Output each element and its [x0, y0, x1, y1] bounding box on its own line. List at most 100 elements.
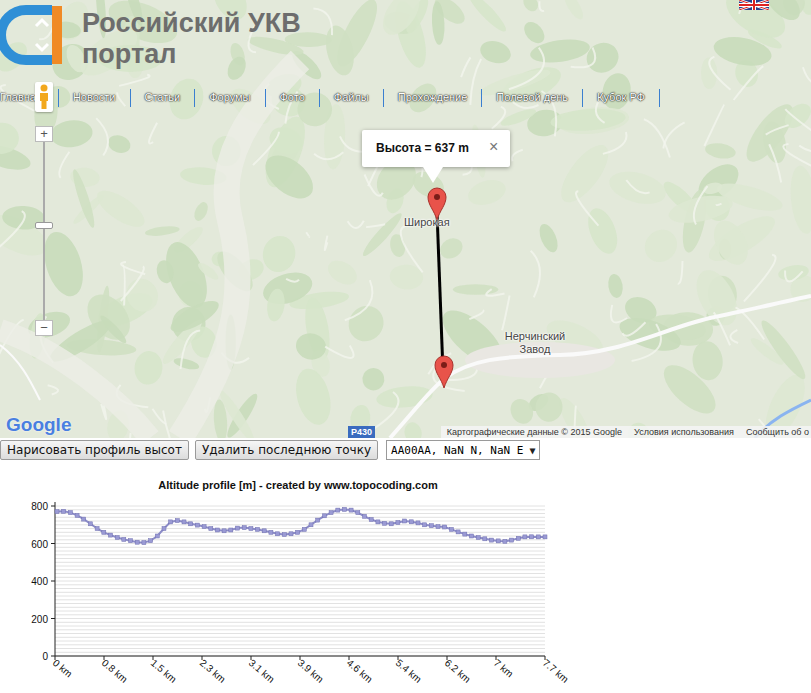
pegman-icon[interactable]: [38, 84, 50, 110]
chart-canvas: Altitude profile [m] - created by www.to…: [0, 475, 600, 693]
x-tick-label: 7 km: [492, 657, 516, 679]
altitude-point: [356, 511, 360, 515]
main-nav: ГлавнаНовостиСтатьиФорумыФотоФайлыПрохож…: [0, 89, 660, 107]
altitude-point: [249, 527, 253, 531]
y-axis: [55, 502, 56, 656]
altitude-point: [490, 538, 494, 542]
altitude-point: [476, 536, 480, 540]
site-title: Российский УКВпортал: [82, 4, 301, 70]
zoom-control: +−: [35, 126, 53, 336]
dropdown-arrow-icon[interactable]: ▼: [529, 445, 535, 456]
select-value: AA00AA, NaN N, NaN E: [391, 444, 523, 457]
x-tick-label: 3.9 km: [296, 657, 326, 685]
altitude-point: [269, 530, 273, 534]
altitude-point: [369, 518, 373, 522]
x-tick-label: 2.3 km: [198, 657, 228, 685]
altitude-point: [503, 539, 507, 543]
altitude-point: [496, 539, 500, 543]
zoom-slider[interactable]: [35, 142, 53, 320]
altitude-point: [516, 536, 520, 540]
altitude-point: [55, 510, 59, 514]
altitude-point: [175, 519, 179, 523]
zoom-out-button[interactable]: −: [35, 320, 53, 336]
nav-link[interactable]: Прохождение: [384, 89, 483, 107]
route-line: [437, 212, 443, 372]
altitude-point: [88, 522, 92, 526]
site-title-line: Российский УКВ: [82, 8, 301, 39]
altitude-point: [543, 535, 547, 539]
y-tick-label: 800: [31, 501, 48, 512]
nav-link[interactable]: Кубок РФ: [583, 89, 660, 107]
altitude-point: [276, 532, 280, 536]
x-tick-label: 6.2 km: [443, 657, 473, 685]
altitude-point: [115, 536, 119, 540]
altitude-point: [109, 533, 113, 537]
altitude-point: [195, 523, 199, 527]
altitude-point: [68, 511, 72, 515]
draw-profile-button[interactable]: Нарисовать профиль высот: [0, 440, 189, 460]
altitude-chart: Altitude profile [m] - created by www.to…: [0, 475, 811, 693]
altitude-point: [236, 526, 240, 530]
nav-link[interactable]: Форумы: [195, 89, 265, 107]
altitude-point: [222, 529, 226, 533]
altitude-point: [215, 528, 219, 532]
site-logo[interactable]: Российский УКВпортал: [0, 4, 301, 70]
google-logo: Google: [6, 414, 71, 436]
remove-point-button[interactable]: Удалить последнюю точку: [195, 440, 378, 460]
altitude-point: [142, 541, 146, 545]
uk-flag-icon[interactable]: [739, 0, 769, 10]
y-tick-label: 600: [31, 539, 48, 550]
x-tick-label: 7.7 km: [541, 657, 571, 685]
altitude-point: [449, 527, 453, 531]
altitude-point: [82, 517, 86, 521]
altitude-point: [316, 518, 320, 522]
elevation-popup: Высота = 637 m×: [362, 130, 510, 167]
x-tick-label: 0.8 km: [100, 657, 130, 685]
nav-link[interactable]: Статьи: [131, 89, 196, 107]
altitude-point: [429, 524, 433, 528]
map-attribution: Картографические данные © 2015 Google Усл…: [441, 426, 811, 438]
altitude-point: [149, 539, 153, 543]
altitude-line: [57, 509, 545, 542]
street-view-pegman[interactable]: [35, 82, 53, 112]
altitude-point: [242, 526, 246, 530]
nav-link[interactable]: Файлы: [320, 89, 384, 107]
altitude-point: [423, 523, 427, 527]
altitude-point: [409, 520, 413, 524]
altitude-point: [129, 539, 133, 543]
altitude-point: [62, 509, 66, 513]
altitude-point: [102, 530, 106, 534]
attribution-link[interactable]: Условия использования: [634, 426, 734, 438]
altitude-point: [536, 535, 540, 539]
altitude-point: [456, 530, 460, 534]
altitude-point: [209, 527, 213, 531]
altitude-point: [530, 535, 534, 539]
altitude-point: [75, 513, 79, 517]
x-tick-label: 5.4 km: [394, 657, 424, 685]
nav-link[interactable]: Полевой день: [482, 89, 583, 107]
altitude-point: [122, 537, 126, 541]
zoom-in-button[interactable]: +: [35, 126, 53, 142]
attribution-link[interactable]: Сообщить об о: [746, 426, 809, 438]
map-data-notice: Картографические данные © 2015 Google: [447, 426, 622, 438]
close-button[interactable]: ×: [489, 140, 498, 154]
altitude-point: [436, 525, 440, 529]
altitude-point: [403, 519, 407, 523]
altitude-point: [302, 527, 306, 531]
nav-link[interactable]: Фото: [266, 89, 320, 107]
portal-logo-icon[interactable]: [0, 4, 68, 66]
altitude-point: [309, 523, 313, 527]
locator-select[interactable]: AA00AA, NaN N, NaN E ▼: [386, 440, 539, 460]
y-tick-label: 200: [31, 614, 48, 625]
altitude-point: [155, 534, 159, 538]
nav-link[interactable]: Новости: [59, 89, 131, 107]
map[interactable]: ШирокаяНерчинский ЗаводР430GoogleКартогр…: [0, 0, 811, 438]
x-tick-label: 0 km: [51, 657, 75, 679]
altitude-point: [162, 527, 166, 531]
altitude-point: [443, 525, 447, 529]
altitude-point: [182, 520, 186, 524]
altitude-point: [343, 507, 347, 511]
controls-bar: Нарисовать профиль высот Удалить последню…: [0, 440, 811, 460]
zoom-slider-handle[interactable]: [35, 222, 53, 229]
end-pin-icon[interactable]: [433, 354, 455, 390]
